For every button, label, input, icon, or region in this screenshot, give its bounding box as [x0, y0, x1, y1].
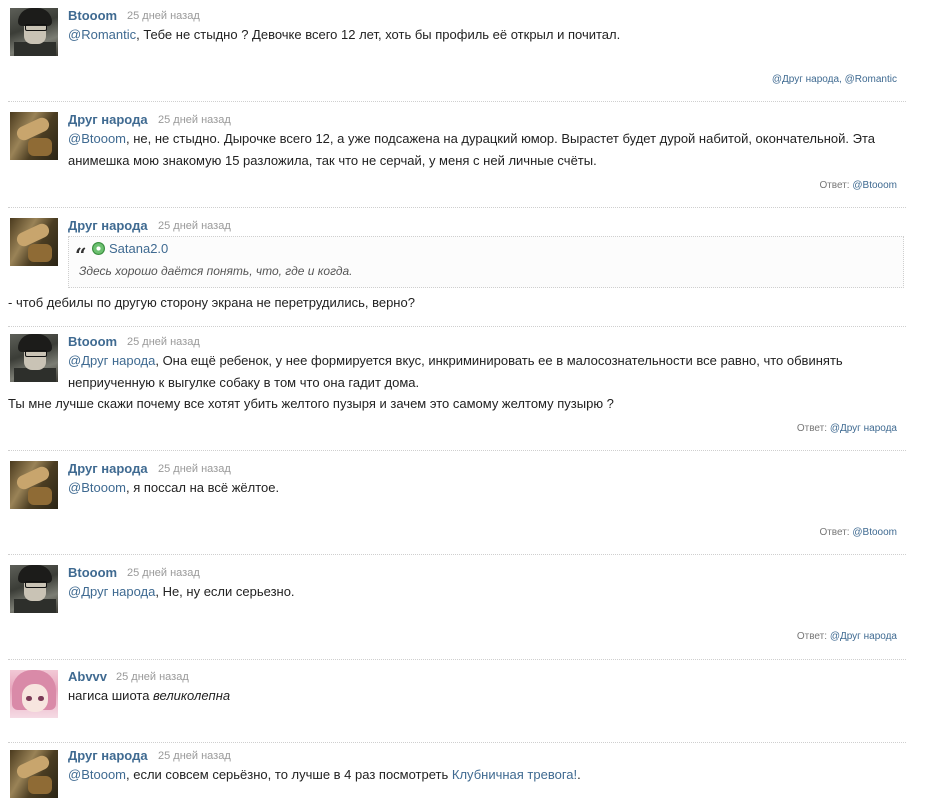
divider	[8, 450, 906, 451]
divider	[8, 326, 906, 327]
comment-text: @Btooom, не, не стыдно. Дырочке всего 12…	[68, 131, 875, 168]
user-status-icon	[92, 242, 105, 255]
comment-text: нагиса шиота великолепна	[68, 688, 231, 703]
comment-date: 25 дней назад	[158, 114, 231, 126]
comment-text: @Друг народа, Не, ну если серьезно.	[68, 584, 295, 599]
reply-link[interactable]: @Друг народа	[830, 423, 897, 434]
avatar[interactable]	[10, 565, 58, 613]
mention-link[interactable]: @Btooom	[68, 131, 126, 146]
mention-link[interactable]: @Btooom	[68, 767, 126, 782]
comment-text: @Btooom, я поссал на всё жёлтое.	[68, 480, 280, 495]
divider	[8, 742, 906, 743]
comment-author[interactable]: Друг народа	[68, 748, 148, 763]
divider	[8, 554, 906, 555]
reply-to: Ответ: @Друг народа	[796, 631, 897, 642]
divider	[8, 101, 906, 102]
quote-text: Здесь хорошо даётся понять, что, где и к…	[79, 264, 353, 278]
comment-text: @Btooom, если совсем серьёзно, то лучше …	[68, 767, 581, 782]
comment-author[interactable]: Btooom	[68, 334, 117, 349]
reply-to: Ответ: @Btooom	[819, 527, 897, 538]
quote-block: “ Satana2.0 Здесь хорошо даётся понять, …	[68, 236, 904, 288]
divider	[8, 207, 906, 208]
mention-link[interactable]: @Btooom	[68, 480, 126, 495]
comment-text-continued: Ты мне лучше скажи почему все хотят убит…	[8, 396, 614, 411]
reply-to: Ответ: @Btooom	[819, 180, 897, 191]
reply-links[interactable]: @Друг народа, @Romantic	[772, 74, 897, 85]
reply-link[interactable]: @Btooom	[852, 527, 897, 538]
avatar[interactable]	[10, 461, 58, 509]
comment-text: @Друг народа, Она ещё ребенок, у нее фор…	[68, 353, 843, 390]
comment-author[interactable]: Друг народа	[68, 218, 148, 233]
mention-link[interactable]: @Romantic	[68, 27, 136, 42]
avatar[interactable]	[10, 8, 58, 56]
reply-link[interactable]: @Btooom	[852, 180, 897, 191]
mention-link[interactable]: @Друг народа	[68, 584, 155, 599]
comment-author[interactable]: Abvvv	[68, 669, 107, 684]
avatar[interactable]	[10, 112, 58, 160]
comment-date: 25 дней назад	[127, 567, 200, 579]
quote-author[interactable]: Satana2.0	[109, 241, 168, 256]
comment-text: - чтоб дебилы по другую сторону экрана н…	[8, 295, 415, 310]
comment-date: 25 дней назад	[127, 336, 200, 348]
avatar[interactable]	[10, 334, 58, 382]
avatar[interactable]	[10, 218, 58, 266]
avatar[interactable]	[10, 750, 58, 798]
comment-date: 25 дней назад	[158, 750, 231, 762]
comment-date: 25 дней назад	[116, 671, 189, 683]
anime-link[interactable]: Клубничная тревога!	[452, 767, 577, 782]
mention-link[interactable]: @Друг народа	[68, 353, 155, 368]
comment-date: 25 дней назад	[127, 10, 200, 22]
comment-author[interactable]: Друг народа	[68, 461, 148, 476]
divider	[8, 659, 906, 660]
comment-author[interactable]: Btooom	[68, 565, 117, 580]
reply-link[interactable]: @Друг народа	[830, 631, 897, 642]
comment-text: @Romantic, Тебе не стыдно ? Девочке всег…	[68, 27, 621, 42]
comment-author[interactable]: Друг народа	[68, 112, 148, 127]
comment-date: 25 дней назад	[158, 463, 231, 475]
reply-to: Ответ: @Друг народа	[796, 423, 897, 434]
comment-footer: @Друг народа, @Romantic	[772, 74, 897, 85]
comment-author[interactable]: Btooom	[68, 8, 117, 23]
comment-date: 25 дней назад	[158, 220, 231, 232]
avatar[interactable]	[10, 670, 58, 718]
